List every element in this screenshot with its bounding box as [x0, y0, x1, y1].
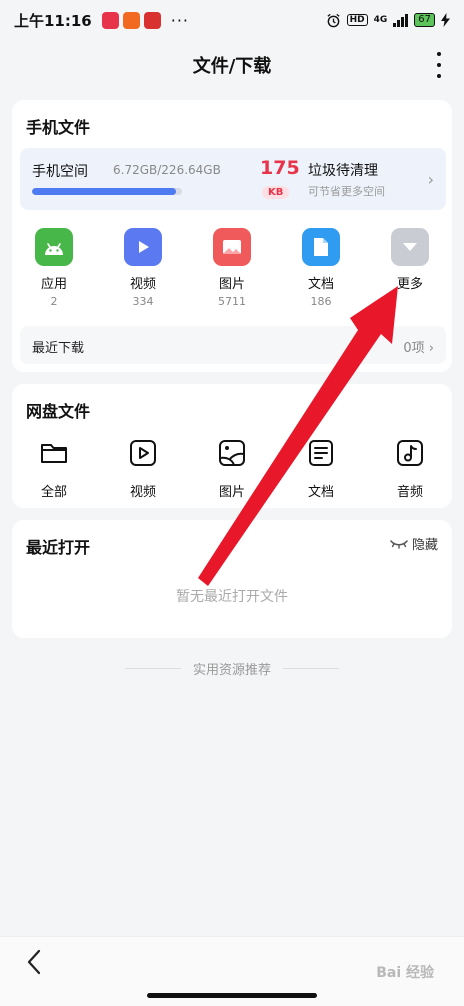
recent-open-title: 最近打开 [26, 538, 91, 557]
doc-lines-icon [309, 440, 333, 466]
storage-progress-fill [32, 188, 176, 195]
category-grid: 应用 2 视频 334 图片 5711 文档 186 更多 [12, 228, 452, 308]
cloud-item-name: 音频 [396, 485, 423, 500]
cloud-item-audio[interactable]: 音频 [375, 438, 445, 500]
page-title: 文件/下载 [192, 56, 272, 77]
signal-icon [393, 13, 409, 27]
category-images[interactable]: 图片 5711 [197, 228, 267, 308]
storage-panel[interactable]: 手机空间 6.72GB/226.64GB 175 KB 垃圾待清理 可节省更多空… [20, 148, 446, 210]
category-more[interactable]: 更多 [375, 228, 445, 295]
cloud-files-card: 网盘文件 全部 视频 图片 文档 音频 [12, 384, 452, 508]
picture-icon [219, 440, 245, 466]
chevron-down-icon [391, 228, 429, 266]
charging-icon [441, 13, 450, 27]
storage-size: 6.72GB/226.64GB [113, 163, 221, 177]
chevron-right-icon: › [427, 170, 434, 189]
recent-open-card: 最近打开 隐藏 暂无最近打开文件 [12, 520, 452, 638]
status-overflow: ··· [170, 10, 190, 30]
back-arrow-icon[interactable] [20, 947, 50, 977]
app-badge-2-icon [122, 11, 140, 29]
junk-subtitle: 可节省更多空间 [308, 185, 385, 198]
category-videos[interactable]: 视频 334 [108, 228, 178, 308]
recent-downloads-value: 0项 › [403, 337, 434, 356]
video-play-icon [130, 440, 156, 466]
status-time: 上午11:16 [14, 11, 92, 30]
image-icon [213, 228, 251, 266]
junk-amount: 175 [260, 157, 300, 179]
category-name: 图片 [218, 277, 245, 292]
music-note-icon [397, 440, 423, 466]
title-bar: 文件/下载 [0, 44, 464, 86]
more-vertical-icon[interactable] [436, 52, 442, 78]
app-badge-1-icon [101, 11, 119, 29]
phone-files-title: 手机文件 [26, 118, 91, 137]
category-name: 应用 [40, 277, 67, 292]
junk-title: 垃圾待清理 [308, 163, 378, 179]
cloud-files-title: 网盘文件 [26, 402, 91, 421]
android-icon [35, 228, 73, 266]
eye-closed-icon [390, 539, 408, 549]
watermark: Bai 经验 [376, 965, 434, 981]
cloud-items: 全部 视频 图片 文档 音频 [12, 438, 452, 500]
cloud-item-images[interactable]: 图片 [197, 438, 267, 500]
network-label: 4G [373, 15, 388, 25]
storage-label: 手机空间 [32, 164, 88, 180]
cloud-item-name: 文档 [307, 485, 334, 500]
junk-unit: KB [262, 186, 290, 199]
storage-progress-bar [32, 188, 182, 195]
play-icon [124, 228, 162, 266]
cloud-item-all[interactable]: 全部 [19, 438, 89, 500]
recent-downloads-label: 最近下载 [32, 341, 85, 356]
category-apps[interactable]: 应用 2 [19, 228, 89, 308]
divider-line [124, 667, 181, 669]
category-name: 文档 [307, 277, 334, 292]
document-icon [302, 228, 340, 266]
status-right: HD 4G 67 [326, 13, 450, 28]
category-name: 视频 [129, 277, 156, 292]
hide-toggle[interactable]: 隐藏 [390, 534, 438, 553]
category-name: 更多 [396, 277, 423, 292]
divider-line [283, 667, 339, 669]
category-count: 2 [50, 295, 58, 308]
cloud-item-name: 全部 [40, 485, 67, 500]
home-indicator[interactable] [147, 993, 317, 998]
cloud-item-documents[interactable]: 文档 [286, 438, 356, 500]
phone-files-card: 手机文件 手机空间 6.72GB/226.64GB 175 KB 垃圾待清理 可… [12, 100, 452, 372]
battery-icon: 67 [414, 13, 435, 27]
hide-label: 隐藏 [411, 538, 438, 553]
folder-icon [41, 444, 67, 463]
category-count: 334 [132, 295, 154, 308]
recent-downloads-count: 0项 [403, 341, 425, 356]
recommend-label: 实用资源推荐 [192, 662, 271, 678]
category-count: 186 [310, 295, 332, 308]
category-documents[interactable]: 文档 186 [286, 228, 356, 308]
category-count: 5711 [218, 295, 246, 308]
recommend-divider: 实用资源推荐 [0, 658, 464, 678]
empty-message: 暂无最近打开文件 [176, 589, 288, 605]
cloud-item-videos[interactable]: 视频 [108, 438, 178, 500]
recent-downloads-row[interactable]: 最近下载 0项 › [20, 326, 446, 364]
chevron-right-icon: › [428, 341, 434, 356]
cloud-item-name: 视频 [129, 485, 156, 500]
hd-badge: HD [346, 14, 368, 26]
app-badge-3-icon [143, 11, 161, 29]
alarm-icon [327, 13, 340, 27]
cloud-item-name: 图片 [218, 485, 245, 500]
status-bar: 上午11:16 ··· HD 4G 67 [0, 0, 464, 40]
